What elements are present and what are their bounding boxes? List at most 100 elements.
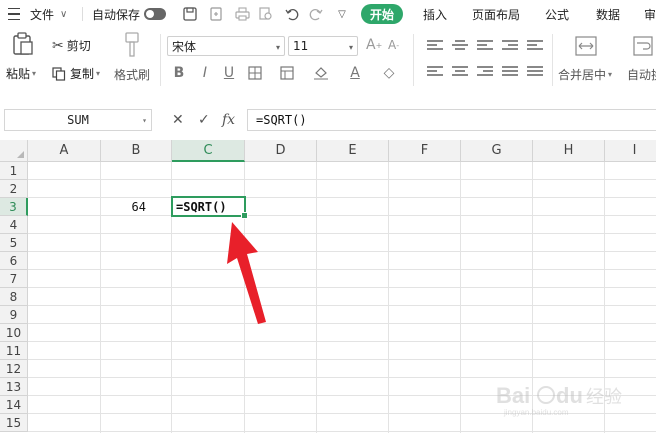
- tab-review[interactable]: 审: [644, 4, 656, 24]
- row-header-11[interactable]: 11: [0, 342, 28, 360]
- scissors-icon: ✂: [52, 37, 64, 54]
- wrap-text-icon[interactable]: [633, 36, 653, 56]
- customize-toolbar-icon[interactable]: ▽: [334, 6, 350, 22]
- wrap-text-button[interactable]: 自动换: [627, 66, 656, 83]
- tab-data[interactable]: 数据: [596, 4, 620, 24]
- column-header-c[interactable]: C: [172, 140, 245, 162]
- row-header-5[interactable]: 5: [0, 234, 28, 252]
- spreadsheet-window: 文件 ∨ 自动保存 ▽ 开始 插入 页面布局 公式 数据 审 粘贴 ▾ ✂ 剪切…: [0, 0, 656, 433]
- export-pdf-icon[interactable]: [208, 6, 224, 22]
- tab-page-layout[interactable]: 页面布局: [472, 4, 520, 24]
- row-header-14[interactable]: 14: [0, 396, 28, 414]
- tab-formulas[interactable]: 公式: [545, 4, 569, 24]
- format-painter-button[interactable]: 格式刷: [114, 66, 150, 83]
- tab-insert-label: 插入: [423, 7, 448, 22]
- format-painter-icon[interactable]: [122, 32, 142, 58]
- align-left-icon[interactable]: [427, 66, 443, 80]
- svg-text:Bai: Bai: [496, 383, 530, 408]
- column-header-f[interactable]: F: [389, 140, 461, 162]
- tab-home[interactable]: 开始: [361, 4, 404, 24]
- tab-review-label: 审: [644, 7, 656, 22]
- row-header-4[interactable]: 4: [0, 216, 28, 234]
- fill-color-icon[interactable]: [312, 64, 330, 82]
- row-header-6[interactable]: 6: [0, 252, 28, 270]
- row-header-7[interactable]: 7: [0, 270, 28, 288]
- font-name-select[interactable]: 宋体 ▾: [167, 36, 285, 56]
- grid-line: [28, 269, 656, 270]
- chevron-down-icon: ▾: [608, 70, 613, 79]
- decrease-indent-icon[interactable]: [502, 40, 518, 54]
- svg-text:du: du: [556, 383, 583, 408]
- insert-function-icon[interactable]: fx: [222, 110, 235, 130]
- cut-button[interactable]: ✂ 剪切: [52, 37, 91, 54]
- row-header-2[interactable]: 2: [0, 180, 28, 198]
- row-header-15[interactable]: 15: [0, 414, 28, 432]
- grid-line: [28, 341, 656, 342]
- tab-insert[interactable]: 插入: [423, 4, 447, 24]
- row-header-10[interactable]: 10: [0, 324, 28, 342]
- justify-icon[interactable]: [502, 66, 518, 80]
- autosave-toggle[interactable]: 自动保存: [92, 0, 167, 28]
- underline-icon[interactable]: U: [220, 64, 238, 82]
- column-header-b[interactable]: B: [101, 140, 172, 162]
- column-header-g[interactable]: G: [461, 140, 533, 162]
- save-icon[interactable]: [182, 6, 198, 22]
- chevron-down-icon: ▾: [32, 69, 37, 78]
- chevron-down-icon: ▾: [142, 116, 147, 125]
- increase-indent-icon[interactable]: [527, 40, 543, 54]
- bold-icon[interactable]: B: [170, 64, 188, 82]
- name-box[interactable]: SUM ▾: [4, 109, 152, 131]
- row-header-12[interactable]: 12: [0, 360, 28, 378]
- print-icon[interactable]: [234, 6, 250, 22]
- confirm-icon[interactable]: ✓: [198, 110, 210, 130]
- copy-button[interactable]: 复制 ▾: [52, 65, 100, 82]
- eraser-icon[interactable]: ◇: [380, 64, 398, 82]
- tab-formulas-label: 公式: [545, 7, 570, 22]
- autosave-label: 自动保存: [92, 7, 141, 22]
- select-all-corner[interactable]: [0, 140, 28, 162]
- paste-button[interactable]: 粘贴 ▾: [6, 65, 36, 82]
- font-size-select[interactable]: 11 ▾: [288, 36, 358, 56]
- hamburger-menu-icon[interactable]: [8, 0, 20, 28]
- formula-bar: SUM ▾ ✕ ✓ fx =SQRT(): [0, 106, 656, 134]
- row-header-13[interactable]: 13: [0, 378, 28, 396]
- print-preview-icon[interactable]: [258, 6, 274, 22]
- font-name-value: 宋体: [172, 39, 197, 54]
- row-header-8[interactable]: 8: [0, 288, 28, 306]
- row-header-9[interactable]: 9: [0, 306, 28, 324]
- align-top-icon[interactable]: [427, 40, 443, 54]
- undo-icon[interactable]: [284, 6, 300, 22]
- border-icon[interactable]: [246, 64, 264, 82]
- format-painter-label: 格式刷: [114, 68, 151, 82]
- toggle-switch-icon[interactable]: [144, 8, 167, 20]
- row-header-3[interactable]: 3: [0, 198, 28, 216]
- paste-icon[interactable]: [12, 32, 34, 56]
- align-bottom-icon[interactable]: [477, 40, 493, 54]
- merge-center-icon[interactable]: [575, 36, 597, 56]
- grid-line: [460, 162, 461, 433]
- decrease-font-icon[interactable]: A-: [388, 38, 399, 52]
- column-header-a[interactable]: A: [28, 140, 101, 162]
- cell-b3[interactable]: 64: [101, 198, 146, 216]
- cell-style-icon[interactable]: [278, 64, 296, 82]
- redo-icon[interactable]: [308, 6, 324, 22]
- align-right-icon[interactable]: [477, 66, 493, 80]
- column-header-i[interactable]: I: [605, 140, 656, 162]
- row-header-1[interactable]: 1: [0, 162, 28, 180]
- formula-input[interactable]: =SQRT(): [247, 109, 656, 131]
- column-header-e[interactable]: E: [317, 140, 389, 162]
- align-center-icon[interactable]: [452, 66, 468, 80]
- merge-center-button[interactable]: 合并居中 ▾: [558, 66, 612, 83]
- align-middle-icon[interactable]: [452, 40, 468, 54]
- chevron-down-icon: ▾: [348, 43, 353, 52]
- column-header-h[interactable]: H: [533, 140, 605, 162]
- font-color-icon[interactable]: A: [346, 64, 364, 82]
- column-header-d[interactable]: D: [245, 140, 317, 162]
- grid-line: [28, 287, 656, 288]
- italic-icon[interactable]: I: [196, 64, 214, 82]
- file-menu[interactable]: 文件 ∨: [30, 0, 67, 28]
- cancel-icon[interactable]: ✕: [172, 110, 184, 130]
- increase-font-icon[interactable]: A +: [366, 37, 382, 53]
- distribute-icon[interactable]: [527, 66, 543, 80]
- cell-c3-active-editor[interactable]: =SQRT(): [171, 196, 248, 219]
